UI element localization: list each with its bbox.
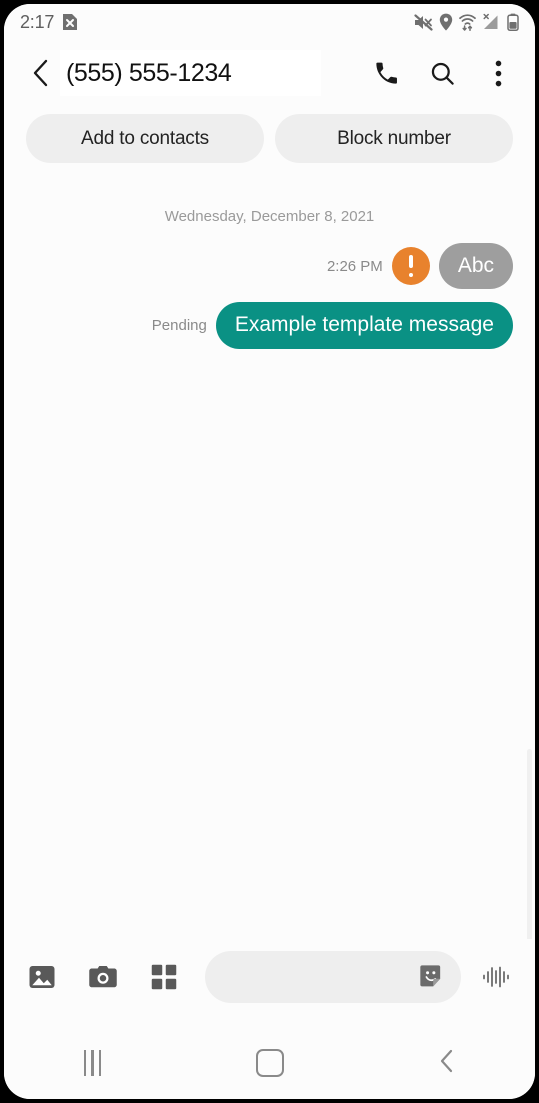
apps-grid-icon[interactable]	[144, 957, 184, 997]
voice-waveform-icon[interactable]	[477, 957, 517, 997]
message-composer	[4, 939, 535, 1015]
android-navigation-bar	[4, 1027, 535, 1099]
location-pin-icon	[439, 13, 453, 31]
gallery-icon[interactable]	[22, 957, 62, 997]
recents-icon	[83, 1050, 102, 1076]
overflow-menu-icon[interactable]	[483, 58, 513, 88]
volume-mute-icon	[414, 13, 433, 31]
conversation-scrollbar[interactable]	[527, 749, 532, 949]
nav-home-button[interactable]	[240, 1039, 300, 1087]
message-bubble[interactable]: Example template message	[215, 302, 513, 349]
wifi-data-transfer-icon	[459, 13, 476, 31]
message-row: Pending Example template message	[26, 302, 513, 349]
back-icon	[437, 1048, 457, 1079]
exclamation-glyph	[408, 255, 413, 278]
quick-actions-row: Add to contacts Block number	[4, 114, 535, 163]
message-row: 2:26 PM Abc	[26, 243, 513, 290]
message-input[interactable]	[225, 951, 399, 1005]
app-notification-icon	[62, 13, 78, 31]
message-input-container[interactable]	[205, 951, 461, 1005]
nav-recents-button[interactable]	[63, 1039, 123, 1087]
add-to-contacts-button[interactable]: Add to contacts	[26, 114, 264, 163]
sticker-icon[interactable]	[417, 962, 447, 992]
date-separator: Wednesday, December 8, 2021	[164, 208, 375, 225]
status-bar-clock: 2:17	[20, 11, 55, 32]
phone-device-frame: 2:17 (555) 555-1234 Add to contacts Bloc…	[0, 0, 539, 1103]
message-timestamp: 2:26 PM	[326, 257, 383, 275]
message-list[interactable]: Wednesday, December 8, 2021 2:26 PM Abc …	[4, 180, 535, 959]
message-bubble[interactable]: Abc	[438, 243, 513, 290]
status-bar-left: 2:17	[20, 12, 78, 33]
home-icon	[255, 1049, 284, 1077]
camera-icon[interactable]	[83, 957, 123, 997]
status-bar: 2:17	[4, 4, 535, 40]
battery-icon	[507, 13, 519, 31]
contact-phone-number: (555) 555-1234	[66, 58, 232, 87]
app-bar-actions	[371, 58, 521, 88]
conversation-title-container[interactable]: (555) 555-1234	[60, 50, 321, 96]
phone-screen: 2:17 (555) 555-1234 Add to contacts Bloc…	[4, 4, 535, 1099]
message-status-label: Pending	[151, 316, 207, 334]
cellular-signal-no-service-icon	[482, 13, 501, 31]
search-icon[interactable]	[427, 58, 457, 88]
nav-back-button[interactable]	[417, 1039, 477, 1087]
app-bar: (555) 555-1234	[4, 40, 535, 106]
status-bar-right	[414, 13, 519, 31]
block-number-button[interactable]: Block number	[275, 114, 513, 163]
warning-alert-icon[interactable]	[391, 247, 430, 286]
call-button[interactable]	[371, 58, 401, 88]
back-navigation-icon[interactable]	[30, 58, 52, 88]
